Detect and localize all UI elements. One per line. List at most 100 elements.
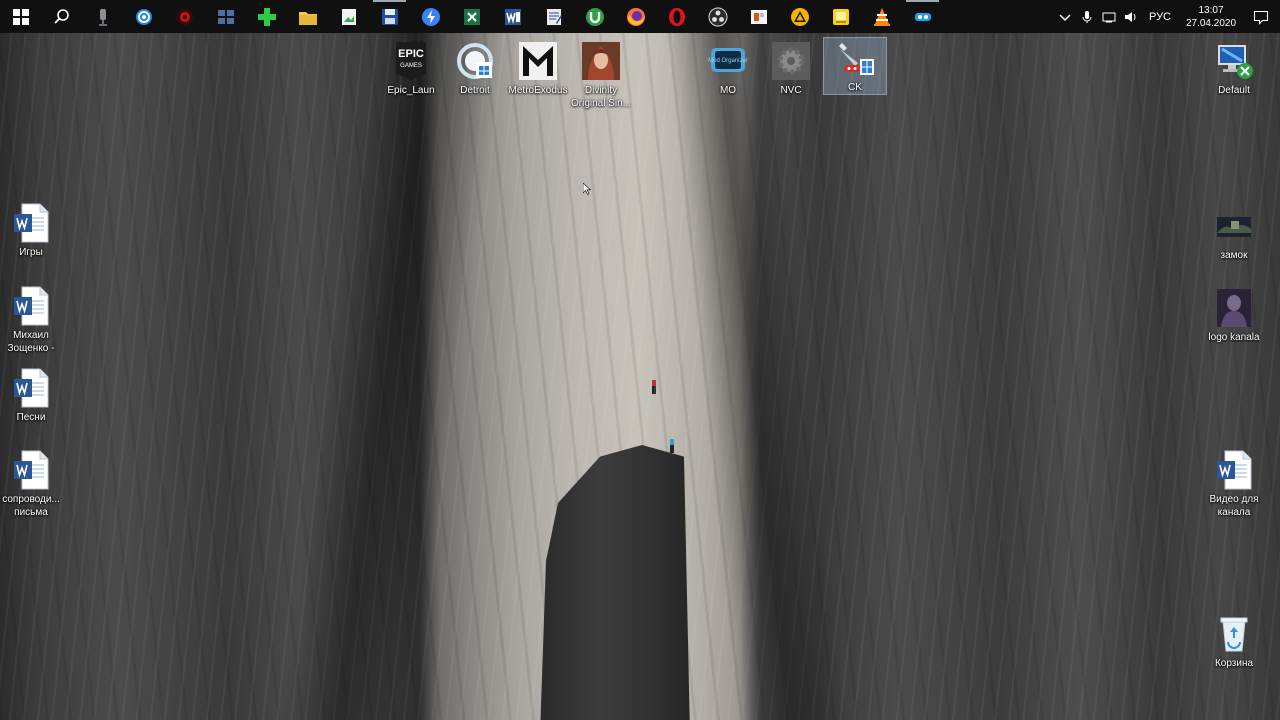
desktop-icon-label: Detroit bbox=[460, 85, 490, 96]
taskbar-app-utorrent[interactable] bbox=[574, 0, 615, 33]
desktop-icon-label: Default bbox=[1218, 85, 1250, 96]
taskbar-app-bolt[interactable] bbox=[410, 0, 451, 33]
taskbar: РУС 13:07 27.04.2020 bbox=[0, 0, 1280, 33]
svg-text:Mod Organizer: Mod Organizer bbox=[708, 58, 748, 64]
green-plus-icon bbox=[257, 7, 276, 26]
desktop-icon-label: CK bbox=[848, 82, 862, 93]
taskbar-app-office[interactable] bbox=[738, 0, 779, 33]
excel-icon bbox=[463, 8, 480, 25]
taskbar-app-save[interactable] bbox=[369, 0, 410, 33]
word-document-icon bbox=[14, 450, 49, 490]
desktop-file-zamok[interactable]: замок bbox=[1203, 203, 1265, 262]
utorrent-icon bbox=[585, 7, 604, 26]
file-explorer-icon bbox=[298, 11, 317, 25]
desktop-file-logo-kanala[interactable]: logo kanala bbox=[1203, 285, 1265, 344]
red-app-icon bbox=[176, 8, 193, 25]
action-center-button[interactable] bbox=[1242, 0, 1280, 33]
desktop-shortcut-nvc[interactable]: NVC bbox=[760, 38, 822, 97]
desktop-icon-label: logo kanala bbox=[1208, 332, 1260, 343]
word-document-icon bbox=[1217, 450, 1252, 490]
taskbar-app-firefox[interactable] bbox=[615, 0, 656, 33]
desktop-icon-label: Михаил Зощенко - bbox=[7, 330, 55, 354]
system-tray: РУС 13:07 27.04.2020 bbox=[1053, 0, 1280, 33]
desktop-file-zoshchenko[interactable]: Михаил Зощенко - bbox=[0, 283, 62, 355]
desktop-shortcut-divinity[interactable]: Divinity Original Sin... bbox=[570, 38, 632, 110]
taskbar-app-microphone[interactable] bbox=[82, 0, 123, 33]
taskbar-app-red[interactable] bbox=[164, 0, 205, 33]
desktop-file-soprovod[interactable]: сопроводи... письма bbox=[0, 447, 62, 519]
microphone-app-icon bbox=[98, 8, 107, 26]
chevron-up-icon bbox=[1059, 14, 1071, 21]
opera-icon bbox=[668, 7, 685, 26]
windows-tiles-icon bbox=[217, 9, 234, 24]
blue-bolt-icon bbox=[421, 7, 440, 26]
climber-figure bbox=[670, 439, 674, 453]
desktop-icon-label: Песни bbox=[16, 412, 46, 423]
desktop-shortcut-detroit[interactable]: Detroit bbox=[444, 38, 506, 97]
text-editor-icon bbox=[546, 8, 562, 25]
desktop-shortcut-ck[interactable]: CK bbox=[823, 37, 887, 95]
taskbar-app-explorer[interactable] bbox=[287, 0, 328, 33]
desktop-icon-label: Epic_Laun bbox=[387, 85, 435, 96]
desktop-icon-label: замок bbox=[1220, 250, 1248, 261]
climber-figure bbox=[652, 380, 656, 394]
tray-microphone[interactable] bbox=[1077, 0, 1097, 33]
desktop-shortcut-default[interactable]: Default bbox=[1203, 38, 1265, 97]
mod-organizer-icon: Mod Organizer bbox=[708, 48, 748, 72]
blue-game-app-icon bbox=[914, 12, 931, 21]
image-viewer-icon bbox=[341, 8, 356, 25]
microphone-icon bbox=[1082, 10, 1092, 23]
epic-games-icon: EPIC GAMES bbox=[396, 42, 426, 80]
desktop-file-igry[interactable]: Игры bbox=[0, 200, 62, 259]
word-document-icon bbox=[14, 368, 49, 408]
tray-volume[interactable] bbox=[1121, 0, 1141, 33]
desktop-wallpaper bbox=[0, 0, 1280, 720]
detroit-shortcut-icon bbox=[457, 43, 493, 79]
yellow-app-icon bbox=[832, 8, 849, 25]
image-thumbnail-icon bbox=[1217, 289, 1251, 327]
recycle-bin-icon bbox=[1220, 617, 1248, 652]
taskbar-app-tiles[interactable] bbox=[205, 0, 246, 33]
search-button[interactable] bbox=[41, 0, 82, 33]
word-document-icon bbox=[14, 203, 49, 243]
taskbar-app-vlc[interactable] bbox=[861, 0, 902, 33]
taskbar-app-text-editor[interactable] bbox=[533, 0, 574, 33]
desktop-shortcut-metro[interactable]: MetroExodus bbox=[507, 38, 569, 97]
image-thumbnail-icon bbox=[1217, 217, 1251, 237]
tray-overflow-button[interactable] bbox=[1055, 0, 1075, 33]
desktop-file-video[interactable]: Видео для канала bbox=[1203, 447, 1265, 519]
tray-network[interactable] bbox=[1099, 0, 1119, 33]
network-computer-icon bbox=[1218, 45, 1253, 79]
network-icon bbox=[1102, 12, 1116, 22]
desktop-recycle-bin[interactable]: Корзина bbox=[1203, 611, 1265, 670]
desktop-file-pesni[interactable]: Песни bbox=[0, 365, 62, 424]
desktop-shortcut-epic[interactable]: EPIC GAMES Epic_Laun bbox=[380, 38, 442, 97]
desktop-shortcut-mo[interactable]: Mod Organizer MO bbox=[697, 38, 759, 97]
notification-icon bbox=[1253, 10, 1269, 25]
speaker-icon bbox=[1124, 11, 1136, 22]
clock-date: 27.04.2020 bbox=[1185, 17, 1237, 29]
clock[interactable]: 13:07 27.04.2020 bbox=[1180, 4, 1242, 30]
vlc-icon bbox=[873, 7, 890, 26]
desktop-icon-label: сопроводи... письма bbox=[2, 494, 60, 518]
taskbar-app-blue-game[interactable] bbox=[902, 0, 943, 33]
taskbar-app-obs[interactable] bbox=[697, 0, 738, 33]
search-icon bbox=[53, 8, 69, 24]
taskbar-app-settings[interactable] bbox=[123, 0, 164, 33]
creation-kit-icon bbox=[839, 42, 874, 75]
input-language[interactable]: РУС bbox=[1141, 11, 1180, 23]
taskbar-app-plus[interactable] bbox=[246, 0, 287, 33]
taskbar-app-word[interactable] bbox=[492, 0, 533, 33]
desktop-icon-label: Корзина bbox=[1214, 658, 1254, 669]
taskbar-app-image-viewer[interactable] bbox=[328, 0, 369, 33]
desktop-icon-label: Divinity Original Sin... bbox=[570, 85, 632, 109]
start-button[interactable] bbox=[0, 0, 41, 33]
desktop-icon-label: MetroExodus bbox=[508, 85, 568, 96]
taskbar-app-yellow[interactable] bbox=[820, 0, 861, 33]
taskbar-app-excel[interactable] bbox=[451, 0, 492, 33]
taskbar-app-warning[interactable] bbox=[779, 0, 820, 33]
taskbar-app-opera[interactable] bbox=[656, 0, 697, 33]
word-document-icon bbox=[14, 286, 49, 326]
start-icon bbox=[12, 8, 29, 25]
settings-gear-icon bbox=[135, 8, 152, 25]
